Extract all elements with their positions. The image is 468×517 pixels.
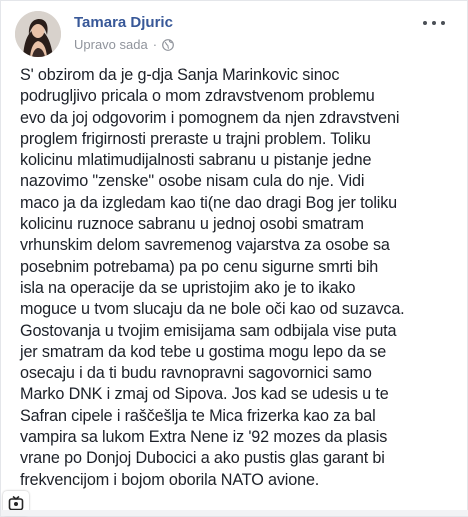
- post-text-line: S' obzirom da je g-dja Sanja Marinkovic …: [20, 66, 340, 84]
- post-text-line: jer smatram da kod tebe u gostima mogu l…: [20, 342, 387, 361]
- post-text-line: isla na operacije da se upristojim ako j…: [20, 278, 356, 297]
- card-bottom-divider: [1, 510, 468, 516]
- post-text-line: podrugljivo pricala o mom zdravstvenom p…: [20, 87, 375, 106]
- post-text-line: Marko DNK i zmaj od Sipova. Jos kad se u…: [20, 385, 389, 404]
- profile-photo-icon: [15, 11, 61, 57]
- post-text-line: evo da joj odgovorim i pomognem da njen …: [20, 108, 400, 127]
- post-text-line: Safran cipele i raščešlja te Mica frizer…: [20, 406, 376, 425]
- facebook-post-card: Tamara Djuric Upravo sada · S' obzirom d…: [0, 0, 468, 517]
- meta-separator: ·: [152, 37, 158, 52]
- post-timestamp[interactable]: Upravo sada: [74, 37, 148, 52]
- post-text-line: vrhunskim delom savremenog vajarstva za …: [20, 236, 390, 255]
- post-text-line: frekvencijom i bojom oborila NATO avione…: [20, 470, 320, 489]
- more-options-icon[interactable]: [423, 19, 445, 27]
- post-text-line: kolicinu ruznoce sabranu u jednoj osobi …: [20, 215, 364, 234]
- post-text-line: moguce u tvom slucaju da ne bole oči kao…: [20, 300, 405, 319]
- post-meta: Upravo sada ·: [74, 37, 174, 52]
- post-text-line: maco ja da izgledam kao ti(ne dao dragi …: [20, 193, 398, 212]
- avatar[interactable]: [15, 11, 61, 57]
- post-text: S' obzirom da je g-dja Sanja Marinkovic …: [20, 65, 460, 491]
- post-text-line: nazovimo "zenske" osobe nisam cula do nj…: [20, 172, 365, 191]
- post-text-line: kolicinu mlatimudijalnosti sabranu u pis…: [20, 151, 372, 170]
- globe-icon[interactable]: [162, 38, 174, 51]
- post-text-line: osecaju i da ti budu ravnopravni sagovor…: [20, 364, 372, 383]
- post-text-line: proglem frigirnosti preraste u trajni pr…: [20, 129, 371, 148]
- post-text-line: vampira sa lukom Extra Nene iz '92 mozes…: [20, 428, 388, 447]
- post-text-line: vrane po Donjoj Dubocici a ako pustis gl…: [20, 449, 385, 468]
- post-text-line: posebnim potrebama) pa po cenu sigurne s…: [20, 257, 379, 276]
- post-text-line: Gostovanja u tvojim emisijama sam odbija…: [20, 321, 397, 340]
- author-name[interactable]: Tamara Djuric: [74, 14, 173, 31]
